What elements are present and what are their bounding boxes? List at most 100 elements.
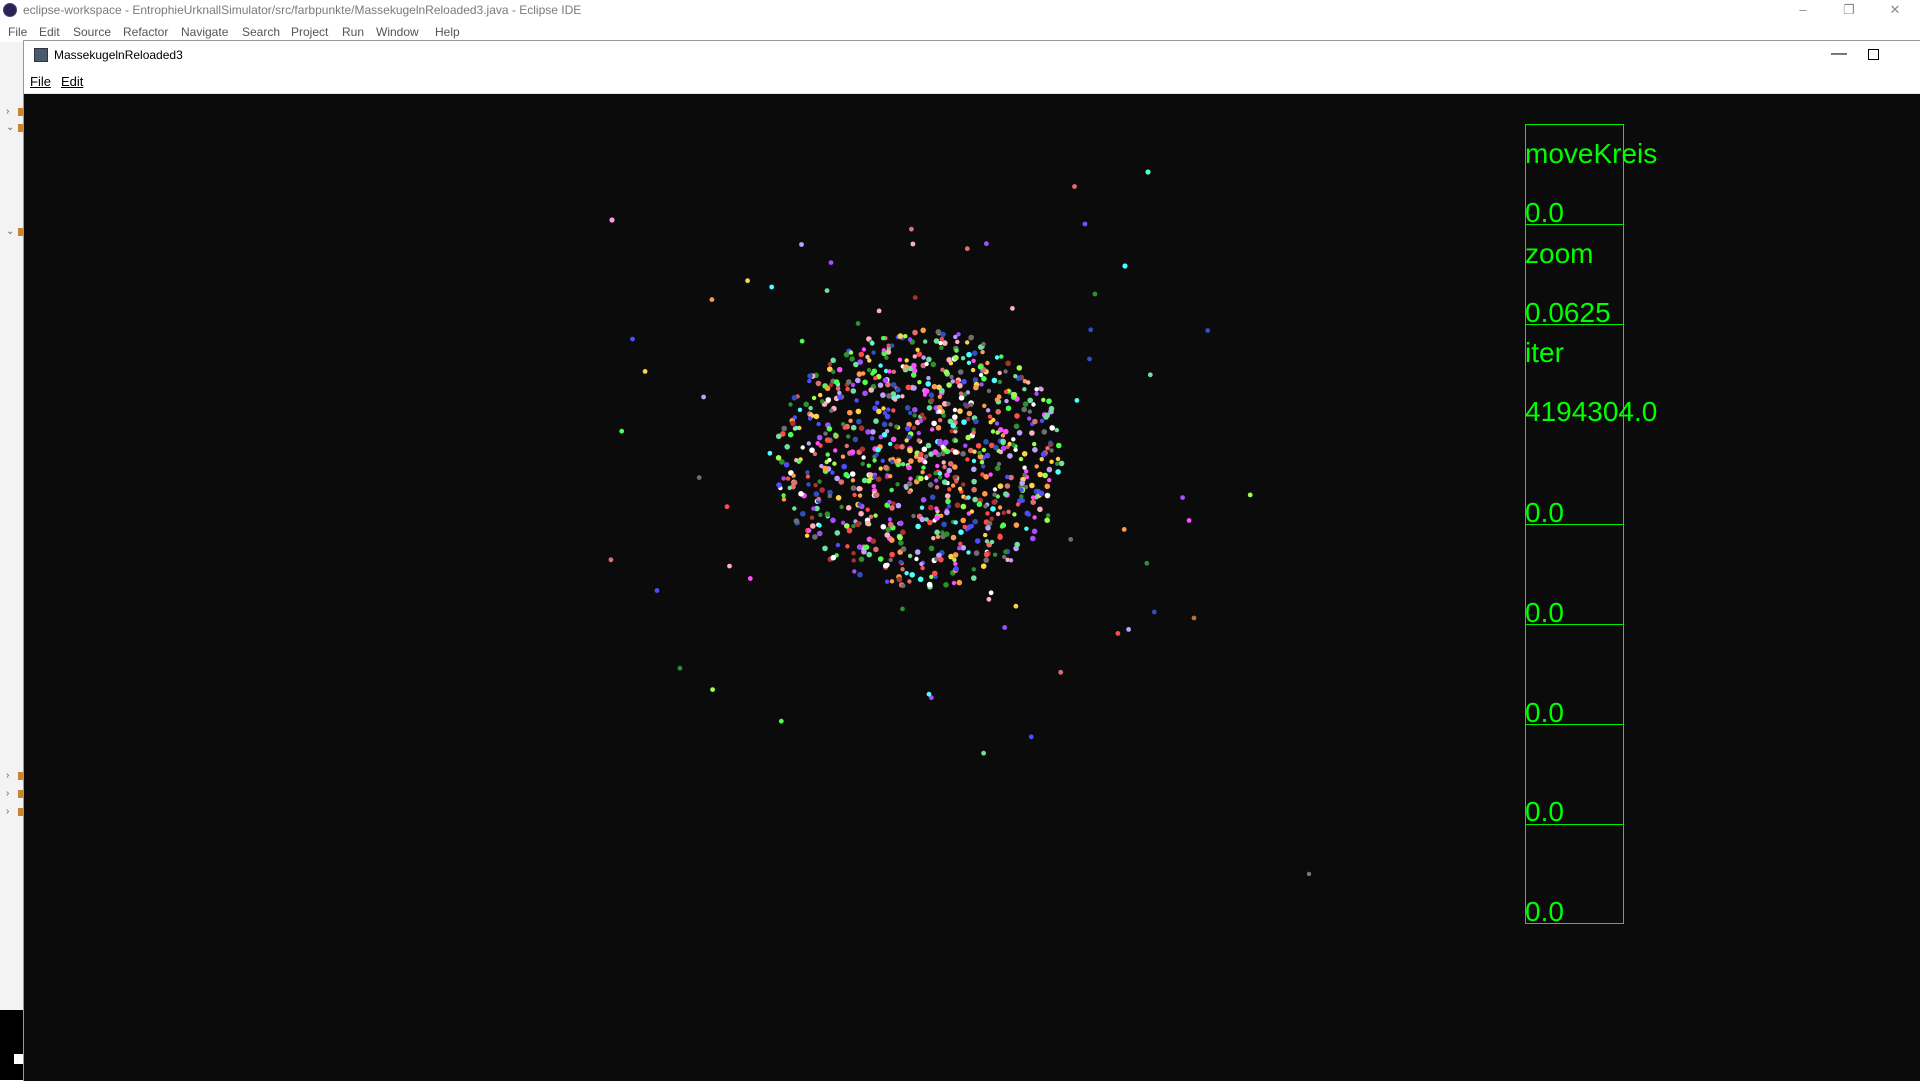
expand-chevron-icon[interactable]: › (6, 106, 9, 117)
particle (985, 408, 991, 413)
particle (912, 407, 918, 413)
particle (1055, 461, 1060, 466)
particle (961, 419, 967, 425)
particle (1092, 291, 1098, 297)
particle (889, 537, 895, 543)
particle (845, 505, 852, 511)
particle (904, 405, 911, 411)
particle (817, 479, 822, 484)
eclipse-menu-run[interactable]: Run (342, 25, 364, 39)
collapse-chevron-icon[interactable]: ⌄ (6, 226, 14, 237)
particle (989, 516, 994, 521)
particle (942, 464, 947, 470)
particle (966, 550, 971, 555)
particle (807, 416, 813, 421)
particle (927, 519, 933, 526)
expand-chevron-icon[interactable]: › (6, 770, 9, 781)
particle (877, 382, 884, 389)
eclipse-menu-search[interactable]: Search (242, 25, 280, 39)
eclipse-menu-source[interactable]: Source (73, 25, 111, 39)
particle (903, 483, 908, 489)
eclipse-minimize-button[interactable]: – (1780, 0, 1826, 22)
particle (923, 460, 928, 465)
particle (1034, 387, 1039, 392)
particle (984, 452, 991, 459)
eclipse-menu-file[interactable]: File (8, 25, 27, 39)
particle (696, 475, 702, 480)
collapse-chevron-icon[interactable]: ⌄ (6, 122, 14, 133)
eclipse-menu-window[interactable]: Window (376, 25, 419, 39)
particle (985, 360, 990, 366)
eclipse-close-button[interactable]: ✕ (1872, 0, 1918, 22)
particle (851, 558, 856, 563)
particle (865, 507, 870, 512)
taskbar-fragment (0, 1010, 24, 1080)
eclipse-menu-help[interactable]: Help (435, 25, 460, 39)
app-maximize-button[interactable] (1868, 49, 1879, 60)
particle (793, 518, 800, 524)
particle (889, 579, 895, 584)
particle (920, 327, 926, 334)
particle (907, 489, 912, 495)
particle (930, 427, 935, 432)
particle (1126, 627, 1131, 632)
particle (919, 516, 926, 523)
particle (897, 357, 903, 362)
particle (956, 579, 963, 586)
particle (862, 478, 867, 483)
particle (1054, 427, 1060, 433)
eclipse-icon (3, 3, 17, 17)
particle (811, 395, 817, 401)
particle (1122, 263, 1128, 269)
particle (940, 331, 946, 338)
particle (813, 413, 820, 420)
particle (995, 511, 1001, 517)
particle (924, 361, 929, 367)
app-menu-file[interactable]: File (30, 74, 51, 89)
particle (1019, 480, 1025, 486)
particle (972, 518, 978, 525)
app-menu-edit[interactable]: Edit (61, 74, 83, 89)
eclipse-menu-edit[interactable]: Edit (39, 25, 60, 39)
eclipse-menu-project[interactable]: Project (291, 25, 328, 39)
particle (855, 521, 861, 528)
particle (1055, 456, 1061, 462)
eclipse-package-explorer-strip: › ⌄ ⌄ › › › (0, 42, 25, 1080)
particle (933, 470, 938, 476)
app-minimize-button[interactable]: — (1824, 43, 1854, 67)
eclipse-restore-button[interactable]: ❐ (1826, 0, 1872, 22)
eclipse-menu-navigate[interactable]: Navigate (181, 25, 228, 39)
particle (866, 367, 872, 373)
particle (1021, 451, 1028, 457)
stat-value-zoom: 0.0625 (1525, 297, 1611, 328)
particle (970, 367, 976, 373)
particle (796, 459, 802, 464)
particle (954, 479, 959, 484)
particle (845, 386, 850, 392)
particle (1040, 451, 1047, 458)
particle (903, 364, 909, 370)
particle (852, 436, 859, 443)
particle (881, 348, 886, 353)
particle (859, 446, 866, 453)
particle (897, 333, 904, 339)
simulation-canvas[interactable] (24, 94, 1920, 1081)
particle (899, 444, 905, 450)
particle (905, 384, 912, 391)
particle (817, 523, 822, 528)
expand-chevron-icon[interactable]: › (6, 806, 9, 817)
particle (921, 355, 926, 360)
particle (1032, 515, 1037, 520)
eclipse-menu-refactor[interactable]: Refactor (123, 25, 168, 39)
particle (975, 443, 982, 449)
particle (835, 495, 842, 501)
particle (940, 451, 946, 457)
stat-label-iter: iter (1525, 337, 1564, 368)
particle (1004, 483, 1011, 489)
particle (957, 486, 963, 491)
expand-chevron-icon[interactable]: › (6, 788, 9, 799)
particle (856, 371, 863, 377)
particle (995, 430, 1000, 435)
particle (1032, 418, 1038, 425)
particle (787, 485, 792, 491)
